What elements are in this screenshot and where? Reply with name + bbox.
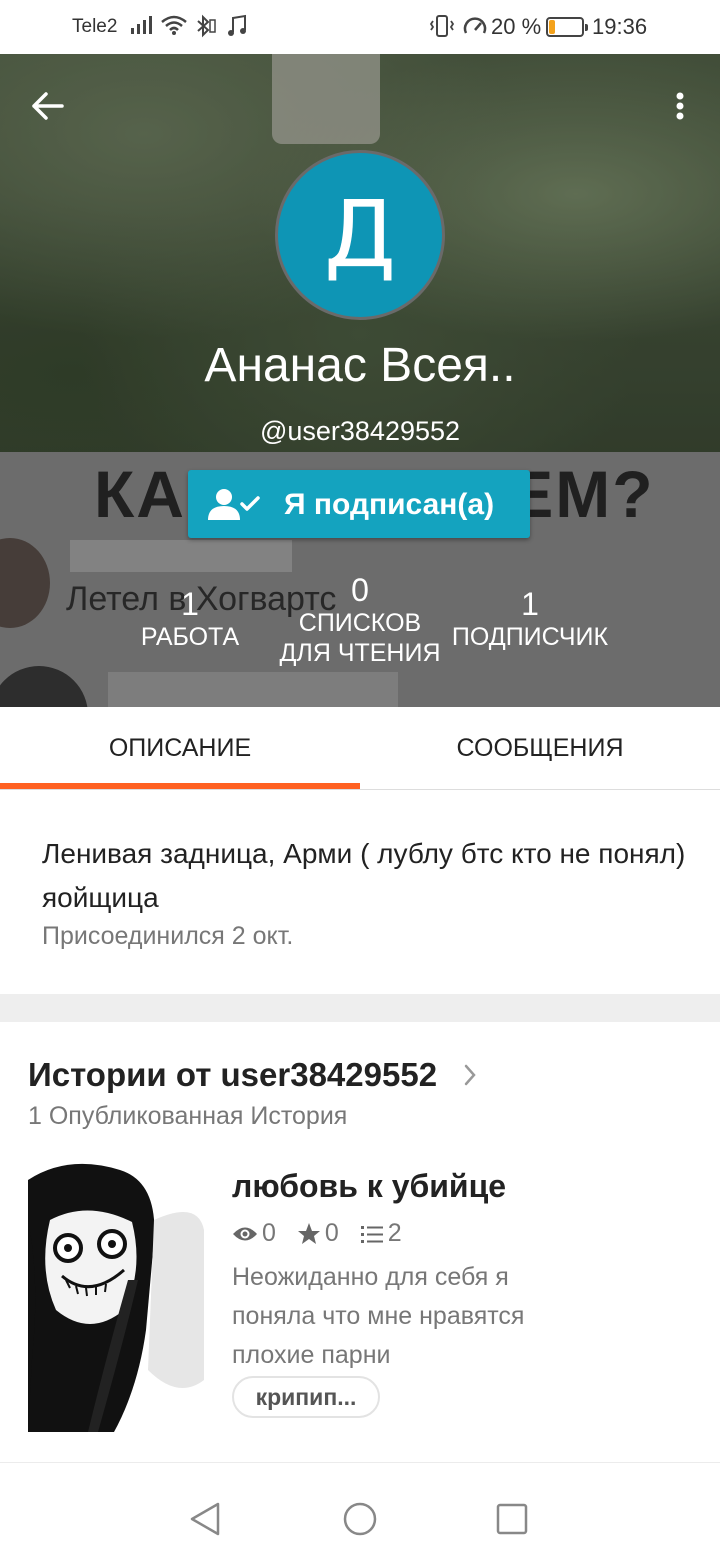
reading-lists-count: 0 [351, 572, 369, 608]
speed-gauge-icon [462, 14, 488, 45]
nav-back-icon[interactable] [188, 1501, 222, 1542]
battery-icon [546, 17, 588, 37]
story-votes-count: 0 [324, 1218, 339, 1247]
stories-title[interactable]: Истории от user38429552 [28, 1056, 437, 1094]
tab-description[interactable]: ОПИСАНИЕ [0, 707, 360, 790]
section-divider [0, 994, 720, 1022]
carrier-label: Tele2 [72, 16, 118, 37]
nav-recent-apps-icon[interactable] [496, 1503, 528, 1540]
user-check-icon [206, 488, 262, 527]
clock: 19:36 [592, 14, 648, 39]
nav-home-icon[interactable] [342, 1501, 378, 1542]
story-tag[interactable]: крипип... [232, 1376, 380, 1418]
following-button[interactable]: Я подписан(а) [188, 470, 530, 538]
reading-lists-stat[interactable]: 0 СПИСКОВ ДЛЯ ЧТЕНИЯ [270, 572, 450, 668]
profile-header: КАК Я СПИТЕМ? Летел в Хогвартс Д Ананас … [0, 54, 720, 707]
battery-percent: 20 % [491, 14, 542, 39]
followers-stat[interactable]: 1 ПОДПИСЧИК [440, 586, 620, 652]
reading-lists-label-line1: СПИСКОВ [298, 609, 422, 637]
username: @user38429552 [259, 416, 461, 446]
list-icon [360, 1226, 383, 1244]
eye-icon [233, 1227, 257, 1241]
story-card[interactable]: любовь к убийце 0 0 2 Неожиданно для себ… [0, 1152, 720, 1452]
followers-label: ПОДПИСЧИК [451, 623, 609, 651]
status-bar: Tele2 20 % 19:36 [0, 0, 720, 54]
avatar[interactable]: Д [275, 150, 445, 320]
about-text: Ленивая задница, Арми ( лублу бтс кто не… [42, 838, 686, 913]
about-section: Ленивая задница, Арми ( лублу бтс кто не… [0, 790, 720, 994]
more-options-button[interactable] [660, 82, 700, 130]
story-views-count: 0 [262, 1218, 276, 1247]
back-button[interactable] [24, 82, 72, 130]
arrow-left-icon [32, 92, 64, 120]
profile-tabs: ОПИСАНИЕ СООБЩЕНИЯ [0, 707, 720, 790]
system-navigation-bar [0, 1462, 720, 1560]
story-title[interactable]: любовь к убийце [232, 1168, 506, 1205]
works-count: 1 [181, 586, 199, 622]
signal-icon [130, 14, 156, 41]
story-description: Неожиданно для себя я поняла что мне нра… [232, 1263, 525, 1369]
stories-count: 1 Опубликованная История [28, 1102, 348, 1130]
story-parts-count: 2 [387, 1218, 402, 1247]
tab-messages[interactable]: СООБЩЕНИЯ [360, 707, 720, 790]
story-votes: 0 [297, 1219, 339, 1248]
chevron-right-icon[interactable] [462, 1062, 478, 1093]
reading-lists-label-line2: ДЛЯ ЧТЕНИЯ [279, 639, 441, 667]
bluetooth-icon [193, 14, 217, 43]
works-label: РАБОТА [140, 623, 240, 651]
active-tab-indicator [0, 783, 360, 789]
story-stats: 0 0 2 [232, 1218, 416, 1248]
avatar-letter: Д [324, 181, 396, 288]
story-cover-image[interactable] [28, 1160, 204, 1432]
story-views: 0 [232, 1219, 276, 1248]
display-name: Ананас Всея.. [204, 339, 516, 392]
star-icon [297, 1223, 320, 1245]
vibrate-icon [428, 14, 456, 43]
joined-date: Присоединился 2 окт. [42, 922, 294, 950]
music-icon [226, 14, 248, 43]
following-button-label: Я подписан(а) [284, 488, 495, 521]
more-vertical-icon [676, 92, 684, 120]
followers-count: 1 [521, 586, 539, 622]
wifi-icon [160, 14, 188, 41]
battery-level-fill [549, 20, 555, 34]
story-parts: 2 [360, 1219, 402, 1248]
stories-section: Истории от user38429552 1 Опубликованная… [0, 1022, 720, 1462]
works-stat[interactable]: 1 РАБОТА [130, 586, 250, 652]
